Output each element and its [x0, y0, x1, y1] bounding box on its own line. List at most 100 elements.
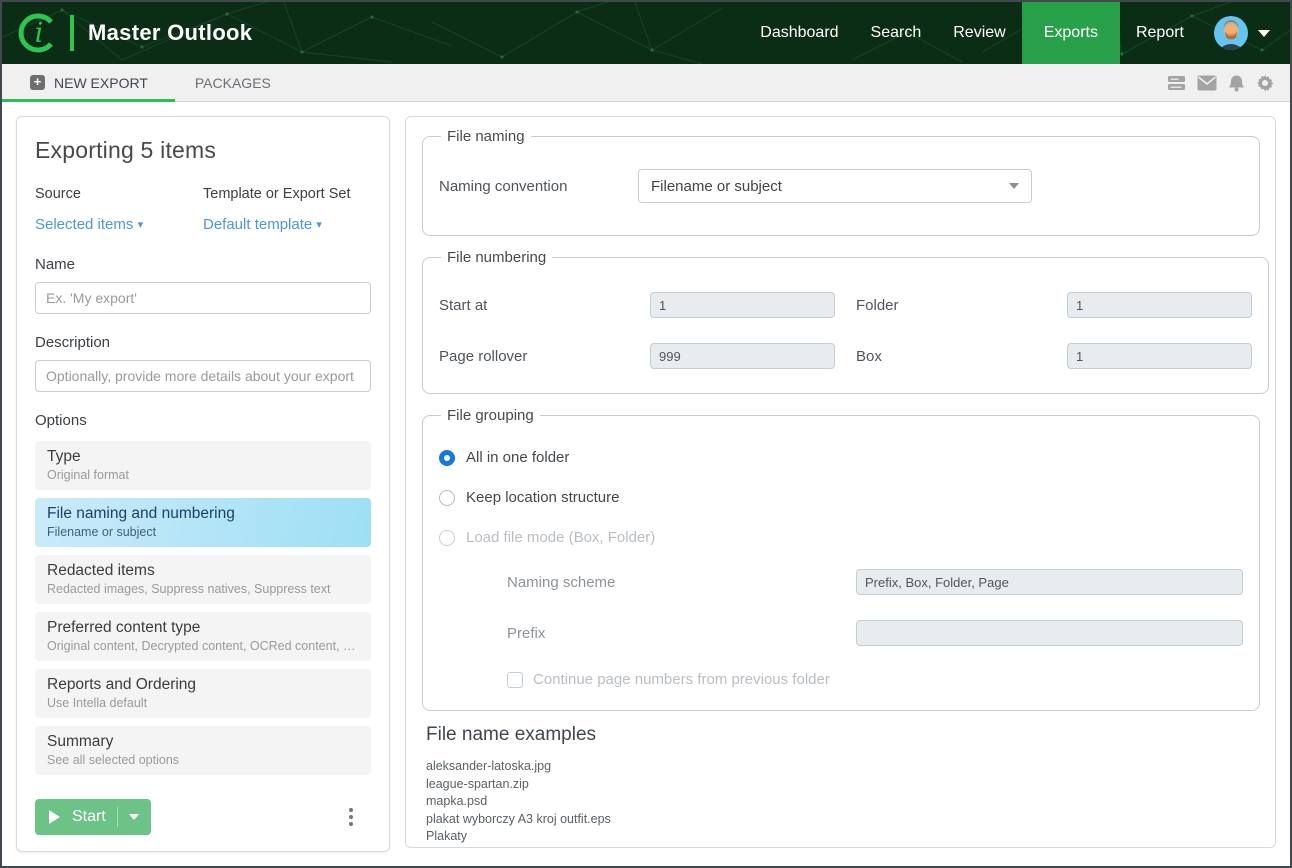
option-subtitle: Original format [47, 468, 359, 482]
description-input[interactable] [35, 360, 371, 392]
option-title: Summary [47, 733, 359, 751]
user-menu[interactable] [1200, 16, 1290, 50]
nav-item-review[interactable]: Review [937, 2, 1021, 64]
option-card-redacted-items[interactable]: Redacted items Redacted images, Suppress… [35, 555, 371, 604]
example-file-name: mapka.psd [426, 793, 1260, 811]
continue-page-numbers-checkbox-row: Continue page numbers from previous fold… [507, 671, 1243, 688]
play-icon [49, 810, 60, 824]
notifications-icon[interactable] [1228, 74, 1245, 92]
main-nav: Dashboard Search Review Exports Report [744, 2, 1200, 64]
file-name-examples-heading: File name examples [426, 724, 1260, 746]
template-caret-icon: ▾ [316, 219, 322, 231]
radio-all-in-one-folder[interactable]: All in one folder [439, 449, 1243, 466]
start-at-label: Start at [439, 297, 650, 314]
option-card-type[interactable]: Type Original format [35, 441, 371, 490]
user-menu-caret-icon [1258, 30, 1270, 37]
source-caret-icon: ▾ [138, 219, 144, 231]
radio-label: All in one folder [466, 449, 569, 466]
start-button-divider [117, 807, 118, 827]
option-title: Reports and Ordering [47, 676, 359, 694]
file-numbering-fieldset: File numbering Start at Folder Page roll… [422, 249, 1269, 394]
option-card-reports-ordering[interactable]: Reports and Ordering Use Intella default [35, 669, 371, 718]
left-panel-footer: Start [35, 799, 371, 835]
nav-item-search[interactable]: Search [855, 2, 938, 64]
option-title: Preferred content type [47, 619, 359, 637]
svg-text:i: i [35, 18, 44, 49]
app-title: Master Outlook [88, 20, 252, 46]
naming-scheme-input [856, 569, 1243, 595]
file-grouping-legend: File grouping [441, 407, 540, 424]
option-subtitle: Original content, Decrypted content, OCR… [47, 639, 359, 653]
example-file-name: plakat wyborczy A3 kroj outfit.eps [426, 811, 1260, 829]
export-queue-icon[interactable] [1167, 74, 1186, 92]
tab-packages[interactable]: PACKAGES [175, 64, 291, 101]
radio-label: Load file mode (Box, Folder) [466, 529, 655, 546]
intella-logo-icon: i [16, 11, 60, 55]
more-options-menu[interactable] [345, 804, 357, 830]
export-config-panel: Exporting 5 items Source Template or Exp… [16, 116, 390, 852]
app-window: i Master Outlook Dashboard Search Review… [0, 0, 1292, 868]
naming-scheme-label: Naming scheme [507, 574, 856, 591]
option-subtitle: See all selected options [47, 753, 359, 767]
page-rollover-label: Page rollover [439, 348, 650, 365]
template-dropdown[interactable]: Default template ▾ [203, 216, 322, 233]
app-logo: i Master Outlook [16, 11, 252, 55]
naming-convention-label: Naming convention [439, 178, 638, 195]
sub-toolbar: + NEW EXPORT PACKAGES [2, 64, 1290, 102]
source-label: Source [35, 186, 203, 202]
option-title: Redacted items [47, 562, 359, 580]
file-naming-settings-panel: File naming Naming convention Filename o… [405, 116, 1276, 848]
start-options-caret-icon[interactable] [129, 814, 139, 820]
example-file-name: aleksander-latoska.jpg [426, 758, 1260, 776]
tab-packages-label: PACKAGES [195, 75, 271, 91]
source-dropdown[interactable]: Selected items ▾ [35, 216, 143, 233]
mail-icon[interactable] [1197, 75, 1217, 91]
start-button-label: Start [72, 808, 106, 826]
plus-icon: + [30, 75, 45, 90]
option-title: File naming and numbering [47, 505, 359, 523]
template-value: Default template [203, 216, 312, 233]
radio-disabled-icon [439, 530, 455, 546]
continue-checkbox-label: Continue page numbers from previous fold… [533, 671, 830, 688]
option-card-summary[interactable]: Summary See all selected options [35, 726, 371, 775]
file-naming-fieldset: File naming Naming convention Filename o… [422, 128, 1260, 236]
file-naming-legend: File naming [441, 128, 531, 145]
folder-label: Folder [856, 297, 1067, 314]
nav-item-exports[interactable]: Exports [1022, 2, 1120, 64]
settings-icon[interactable] [1256, 74, 1274, 92]
logo-divider [70, 15, 74, 51]
active-tab-underline [2, 99, 175, 102]
page-rollover-input [650, 343, 835, 369]
example-file-name: league-spartan.zip [426, 776, 1260, 794]
source-value: Selected items [35, 216, 133, 233]
prefix-input [856, 620, 1243, 646]
option-card-file-naming[interactable]: File naming and numbering Filename or su… [35, 498, 371, 547]
template-label: Template or Export Set [203, 186, 371, 202]
nav-item-report[interactable]: Report [1120, 2, 1200, 64]
naming-convention-value: Filename or subject [651, 178, 782, 195]
option-subtitle: Filename or subject [47, 525, 359, 539]
options-label: Options [35, 412, 371, 429]
file-grouping-fieldset: File grouping All in one folder Keep loc… [422, 407, 1260, 711]
start-at-input [650, 292, 835, 318]
avatar[interactable] [1214, 16, 1248, 50]
option-title: Type [47, 448, 359, 466]
content-area: Exporting 5 items Source Template or Exp… [2, 102, 1290, 866]
box-input [1067, 343, 1252, 369]
tab-new-export[interactable]: + NEW EXPORT [2, 64, 175, 101]
radio-unselected-icon[interactable] [439, 490, 455, 506]
radio-label: Keep location structure [466, 489, 619, 506]
prefix-label: Prefix [507, 625, 856, 642]
naming-convention-select[interactable]: Filename or subject [638, 169, 1032, 203]
start-export-button[interactable]: Start [35, 799, 151, 835]
nav-item-dashboard[interactable]: Dashboard [744, 2, 854, 64]
radio-keep-location-structure[interactable]: Keep location structure [439, 489, 1243, 506]
radio-selected-icon[interactable] [439, 450, 455, 466]
source-template-grid: Source Template or Export Set Selected i… [35, 186, 371, 234]
option-card-preferred-content[interactable]: Preferred content type Original content,… [35, 612, 371, 661]
name-input[interactable] [35, 282, 371, 314]
file-numbering-legend: File numbering [441, 249, 552, 266]
example-file-name: Plakaty [426, 828, 1260, 846]
box-label: Box [856, 348, 1067, 365]
option-subtitle: Redacted images, Suppress natives, Suppr… [47, 582, 359, 596]
